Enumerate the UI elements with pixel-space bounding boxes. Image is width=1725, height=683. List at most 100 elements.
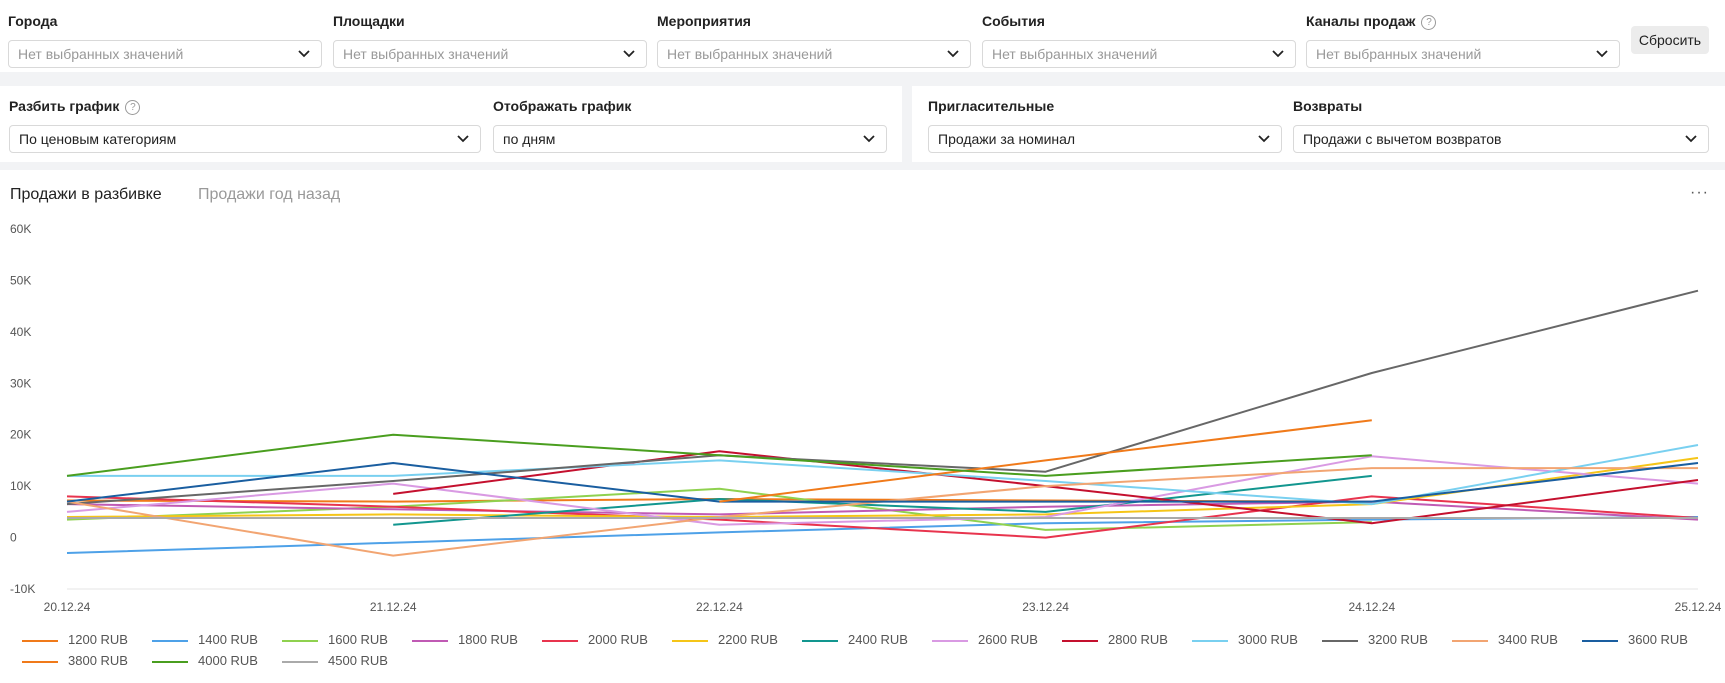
y-tick-label: 20K <box>10 428 31 442</box>
tab-sales-breakdown[interactable]: Продажи в разбивке <box>10 186 162 204</box>
chevron-down-icon <box>1596 50 1608 58</box>
y-tick-label: 40K <box>10 325 31 339</box>
legend-item[interactable]: 1600 RUB <box>282 632 388 648</box>
split-select[interactable]: По ценовым категориям <box>9 125 481 153</box>
legend-swatch <box>932 639 968 642</box>
events-group-label: Мероприятия <box>657 13 751 29</box>
legend-swatch <box>1322 639 1358 642</box>
question-circle-icon[interactable]: ? <box>1421 15 1437 30</box>
events-placeholder: Нет выбранных значений <box>992 46 1158 62</box>
more-horizontal-icon[interactable]: ··· <box>1690 184 1709 202</box>
invitations-value: Продажи за номинал <box>938 131 1076 147</box>
legend-label: 4500 RUB <box>328 653 388 668</box>
legend-label: 3400 RUB <box>1498 632 1558 647</box>
split-value: По ценовым категориям <box>19 131 177 147</box>
x-tick-label: 24.12.24 <box>1348 600 1395 614</box>
legend-item[interactable]: 1800 RUB <box>412 632 518 648</box>
sales-line-chart: 60K 50K 40K 30K 20K 10K 0 -10K 20.12.24 21.12.24 2… <box>10 222 1722 614</box>
display-select[interactable]: по дням <box>493 125 887 153</box>
legend-item[interactable]: 2000 RUB <box>542 632 648 648</box>
legend-swatch <box>22 660 58 663</box>
legend-swatch <box>282 660 318 663</box>
channels-label-text: Каналы продаж <box>1306 13 1416 29</box>
legend-item[interactable]: 3000 RUB <box>1192 632 1298 648</box>
x-tick-label: 22.12.24 <box>696 600 743 614</box>
legend-item[interactable]: 3400 RUB <box>1452 632 1558 648</box>
invitations-select[interactable]: Продажи за номинал <box>928 125 1282 153</box>
chevron-down-icon <box>1258 135 1270 143</box>
legend-item[interactable]: 3600 RUB <box>1582 632 1688 648</box>
legend-swatch <box>672 639 708 642</box>
legend-swatch <box>152 639 188 642</box>
legend-label: 1200 RUB <box>68 632 128 647</box>
chevron-down-icon <box>1272 50 1284 58</box>
split-label: Разбить график? <box>9 98 141 115</box>
legend-item[interactable]: 2600 RUB <box>932 632 1038 648</box>
events-group-select[interactable]: Нет выбранных значений <box>657 40 971 68</box>
legend-label: 4000 RUB <box>198 653 258 668</box>
x-tick-label: 21.12.24 <box>370 600 417 614</box>
tab-sales-year-ago[interactable]: Продажи год назад <box>198 186 340 204</box>
legend-swatch <box>1452 639 1488 642</box>
legend-swatch <box>802 639 838 642</box>
y-tick-label: 60K <box>10 222 31 236</box>
y-tick-label: 50K <box>10 273 31 287</box>
x-tick-label: 23.12.24 <box>1022 600 1069 614</box>
events-label: События <box>982 13 1045 29</box>
series-line-1400-rub <box>66 516 1699 554</box>
legend-item[interactable]: 2400 RUB <box>802 632 908 648</box>
legend-label: 3800 RUB <box>68 653 128 668</box>
y-tick-label: 30K <box>10 376 31 390</box>
y-tick-label: 0 <box>10 531 17 545</box>
split-label-text: Разбить график <box>9 98 120 114</box>
legend-label: 1400 RUB <box>198 632 258 647</box>
channels-placeholder: Нет выбранных значений <box>1316 46 1482 62</box>
legend-swatch <box>1192 639 1228 642</box>
chevron-down-icon <box>298 50 310 58</box>
venues-select[interactable]: Нет выбранных значений <box>333 40 647 68</box>
venues-label: Площадки <box>333 13 405 29</box>
events-group-placeholder: Нет выбранных значений <box>667 46 833 62</box>
legend-item[interactable]: 2200 RUB <box>672 632 778 648</box>
legend-swatch <box>412 639 448 642</box>
legend-item[interactable]: 3800 RUB <box>22 653 128 669</box>
legend-swatch <box>1062 639 1098 642</box>
chevron-down-icon <box>863 135 875 143</box>
venues-placeholder: Нет выбранных значений <box>343 46 509 62</box>
x-tick-label: 25.12.24 <box>1675 600 1722 614</box>
display-label: Отображать график <box>493 98 632 114</box>
legend-item[interactable]: 4000 RUB <box>152 653 258 669</box>
legend-item[interactable]: 2800 RUB <box>1062 632 1168 648</box>
returns-value: Продажи с вычетом возвратов <box>1303 131 1502 147</box>
chevron-down-icon <box>623 50 635 58</box>
chevron-down-icon <box>947 50 959 58</box>
legend-item[interactable]: 1200 RUB <box>22 632 128 648</box>
legend-label: 3000 RUB <box>1238 632 1298 647</box>
chevron-down-icon <box>457 135 469 143</box>
reset-button[interactable]: Сбросить <box>1631 26 1709 54</box>
legend-label: 2000 RUB <box>588 632 648 647</box>
legend-label: 2800 RUB <box>1108 632 1168 647</box>
legend-item[interactable]: 3200 RUB <box>1322 632 1428 648</box>
legend-swatch <box>1582 639 1618 642</box>
legend-label: 2600 RUB <box>978 632 1038 647</box>
x-tick-label: 20.12.24 <box>44 600 91 614</box>
question-circle-icon[interactable]: ? <box>125 100 141 115</box>
legend-swatch <box>282 639 318 642</box>
legend-swatch <box>22 639 58 642</box>
y-tick-label: -10K <box>10 582 35 596</box>
legend-label: 3200 RUB <box>1368 632 1428 647</box>
legend-label: 1600 RUB <box>328 632 388 647</box>
cities-placeholder: Нет выбранных значений <box>18 46 184 62</box>
returns-select[interactable]: Продажи с вычетом возвратов <box>1293 125 1709 153</box>
channels-select[interactable]: Нет выбранных значений <box>1306 40 1620 68</box>
display-value: по дням <box>503 131 556 147</box>
invitations-label: Пригласительные <box>928 98 1055 114</box>
legend-item[interactable]: 4500 RUB <box>282 653 388 669</box>
events-select[interactable]: Нет выбранных значений <box>982 40 1296 68</box>
legend-label: 2400 RUB <box>848 632 908 647</box>
legend-item[interactable]: 1400 RUB <box>152 632 258 648</box>
legend-label: 1800 RUB <box>458 632 518 647</box>
chevron-down-icon <box>1685 135 1697 143</box>
cities-select[interactable]: Нет выбранных значений <box>8 40 322 68</box>
